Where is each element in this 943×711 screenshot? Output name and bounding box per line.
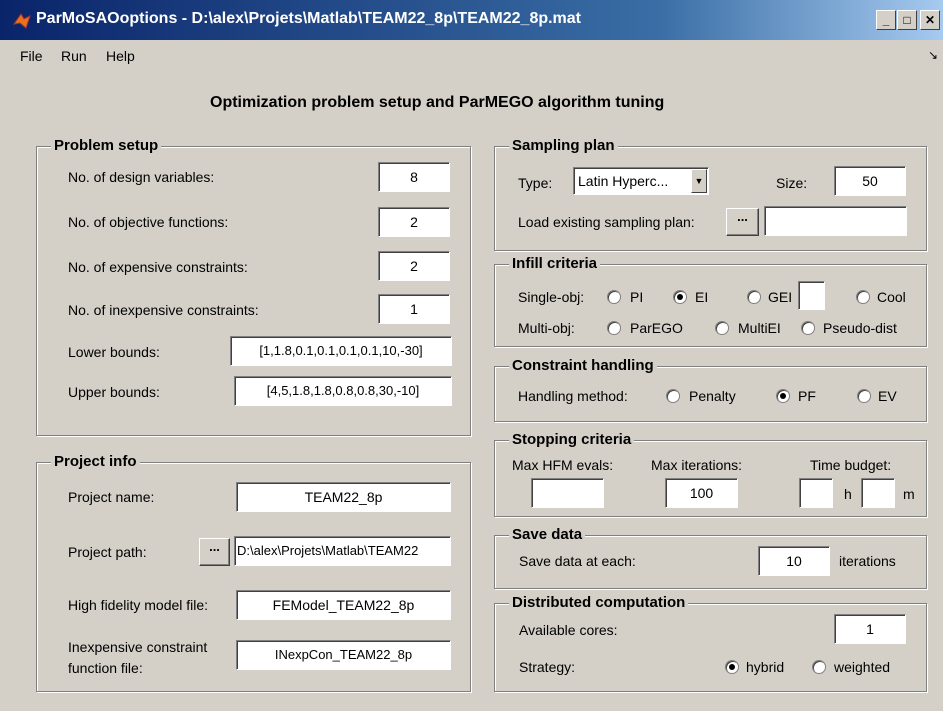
project-name-label: Project name: <box>68 489 155 505</box>
menu-file[interactable]: File <box>20 48 43 64</box>
design-vars-field[interactable]: 8 <box>378 162 450 192</box>
single-obj-label: Single-obj: <box>518 289 585 305</box>
radio-penalty-label: Penalty <box>689 388 736 404</box>
max-iterations-label: Max iterations: <box>651 457 743 473</box>
project-info-title: Project info <box>51 453 140 470</box>
radio-ei[interactable] <box>673 290 687 304</box>
title-bar: ParMoSAOoptions - D:\alex\Projets\Matlab… <box>0 0 943 40</box>
radio-parego[interactable] <box>607 321 621 335</box>
radio-hybrid[interactable] <box>725 660 739 674</box>
radio-weighted[interactable] <box>812 660 826 674</box>
radio-pf[interactable] <box>776 389 790 403</box>
menu-help[interactable]: Help <box>106 48 135 64</box>
sampling-size-field[interactable]: 50 <box>834 166 906 196</box>
save-interval-label: Save data at each: <box>519 553 636 569</box>
dropdown-arrow-icon[interactable]: ▼ <box>691 169 707 193</box>
radio-multiei[interactable] <box>715 321 729 335</box>
radio-ev[interactable] <box>857 389 871 403</box>
matlab-figure-window: ParMoSAOoptions - D:\alex\Projets\Matlab… <box>0 0 943 711</box>
lower-bounds-field[interactable]: [1,1.8,0.1,0.1,0.1,0.1,10,-30] <box>230 336 452 366</box>
dock-arrow-icon[interactable]: ↘ <box>928 48 938 62</box>
page-title: Optimization problem setup and ParMEGO a… <box>210 94 665 111</box>
radio-pseudo-dist-label: Pseudo-dist <box>823 320 897 336</box>
objectives-field[interactable]: 2 <box>378 207 450 237</box>
project-name-field[interactable]: TEAM22_8p <box>236 482 451 512</box>
distributed-computation-title: Distributed computation <box>509 594 689 611</box>
sampling-type-label: Type: <box>518 175 553 191</box>
sampling-type-value: Latin Hyperc... <box>578 173 669 189</box>
menu-bar: File Run Help ↘ <box>0 40 943 72</box>
available-cores-field[interactable]: 1 <box>834 614 906 644</box>
minimize-button[interactable]: _ <box>876 10 896 30</box>
radio-cool[interactable] <box>856 290 870 304</box>
max-iterations-field[interactable]: 100 <box>665 478 738 508</box>
radio-gei[interactable] <box>747 290 761 304</box>
inexpensive-constraints-field[interactable]: 1 <box>378 294 450 324</box>
project-path-label: Project path: <box>68 544 147 560</box>
infill-criteria-title: Infill criteria <box>509 255 601 272</box>
radio-hybrid-label: hybrid <box>746 659 785 675</box>
load-sampling-label: Load existing sampling plan: <box>518 214 695 230</box>
inexp-file-field[interactable]: INexpCon_TEAM22_8p <box>236 640 451 670</box>
available-cores-label: Available cores: <box>519 622 618 638</box>
strategy-label: Strategy: <box>519 659 576 675</box>
time-budget-minutes-field[interactable] <box>861 478 895 508</box>
maximize-button[interactable]: □ <box>897 10 917 30</box>
radio-penalty[interactable] <box>666 389 680 403</box>
radio-pi[interactable] <box>607 290 621 304</box>
radio-parego-label: ParEGO <box>630 320 683 336</box>
multi-obj-label: Multi-obj: <box>518 320 575 336</box>
hf-model-file-label: High fidelity model file: <box>68 597 209 613</box>
sampling-size-label: Size: <box>776 175 808 191</box>
inexpensive-constraints-label: No. of inexpensive constraints: <box>68 302 259 318</box>
lower-bounds-label: Lower bounds: <box>68 344 160 360</box>
browse-sampling-button[interactable]: ... <box>726 208 759 236</box>
radio-multiei-label: MultiEI <box>738 320 781 336</box>
objectives-label: No. of objective functions: <box>68 214 229 230</box>
radio-pi-label: PI <box>630 289 644 305</box>
time-budget-hours-field[interactable] <box>799 478 833 508</box>
problem-setup-title: Problem setup <box>51 137 162 154</box>
minutes-unit-label: m <box>903 486 915 502</box>
radio-ev-label: EV <box>878 388 897 404</box>
gei-parameter-field[interactable] <box>798 281 825 310</box>
design-vars-label: No. of design variables: <box>68 169 215 185</box>
load-sampling-field[interactable] <box>764 206 907 236</box>
sampling-type-select[interactable]: Latin Hyperc... ▼ <box>573 167 709 195</box>
menu-run[interactable]: Run <box>61 48 87 64</box>
window-title: ParMoSAOoptions - D:\alex\Projets\Matlab… <box>36 10 582 27</box>
stopping-criteria-title: Stopping criteria <box>509 431 635 448</box>
save-interval-unit: iterations <box>839 553 896 569</box>
max-hfm-evals-label: Max HFM evals: <box>512 457 614 473</box>
save-data-title: Save data <box>509 526 586 543</box>
handling-method-label: Handling method: <box>518 388 628 404</box>
expensive-constraints-label: No. of expensive constraints: <box>68 259 248 275</box>
radio-cool-label: Cool <box>877 289 906 305</box>
upper-bounds-label: Upper bounds: <box>68 384 160 400</box>
hours-unit-label: h <box>844 486 852 502</box>
radio-pseudo-dist[interactable] <box>801 321 815 335</box>
browse-path-button[interactable]: ... <box>199 538 230 566</box>
radio-pf-label: PF <box>798 388 816 404</box>
max-hfm-evals-field[interactable] <box>531 478 604 508</box>
inexp-file-label-line2: function file: <box>68 660 143 676</box>
sampling-plan-title: Sampling plan <box>509 137 618 154</box>
matlab-logo-icon <box>12 13 31 29</box>
time-budget-label: Time budget: <box>810 457 892 473</box>
save-interval-field[interactable]: 10 <box>758 546 830 576</box>
project-path-field[interactable]: D:\alex\Projets\Matlab\TEAM22 <box>234 536 451 566</box>
inexp-file-label-line1: Inexpensive constraint <box>68 639 208 655</box>
expensive-constraints-field[interactable]: 2 <box>378 251 450 281</box>
radio-gei-label: GEI <box>768 289 793 305</box>
close-button[interactable]: ✕ <box>920 10 940 30</box>
radio-ei-label: EI <box>695 289 709 305</box>
constraint-handling-title: Constraint handling <box>509 357 657 374</box>
upper-bounds-field[interactable]: [4,5,1.8,1.8,0.8,0.8,30,-10] <box>234 376 452 406</box>
radio-weighted-label: weighted <box>834 659 891 675</box>
hf-model-file-field[interactable]: FEModel_TEAM22_8p <box>236 590 451 620</box>
